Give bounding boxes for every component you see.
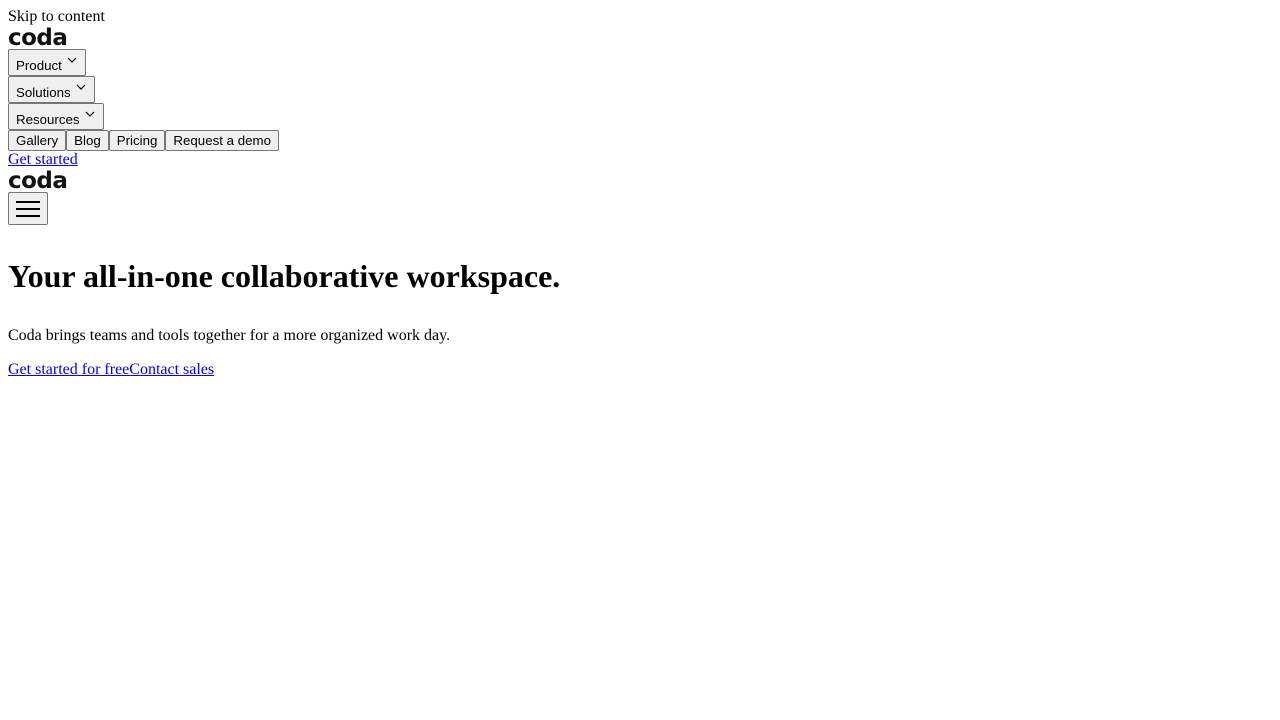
mobile-header: coda bbox=[8, 170, 1272, 225]
chevron-down-icon bbox=[76, 84, 86, 90]
chevron-down-icon bbox=[67, 57, 77, 63]
nav-product-label: Product bbox=[16, 58, 62, 73]
coda-logo[interactable]: coda bbox=[8, 27, 68, 49]
nav-solutions-dropdown[interactable]: Solutions bbox=[8, 76, 95, 103]
contact-sales-link[interactable]: Contact sales bbox=[129, 361, 214, 378]
nav-resources-label: Resources bbox=[16, 112, 80, 127]
nav-links: Gallery Blog Pricing Request a demo bbox=[8, 130, 1272, 151]
desktop-header: coda Product Solutions Resources Gallery… bbox=[8, 27, 1272, 170]
nav-dropdown-product-row: Product bbox=[8, 49, 1272, 76]
svg-text:coda: coda bbox=[8, 170, 67, 192]
hero-section: Your all-in-one collaborative workspace.… bbox=[8, 258, 1272, 379]
nav-request-demo-button[interactable]: Request a demo bbox=[165, 130, 279, 151]
skip-to-content-link[interactable]: Skip to content bbox=[8, 8, 1272, 27]
nav-dropdown-solutions-row: Solutions bbox=[8, 76, 1272, 103]
nav-solutions-label: Solutions bbox=[16, 85, 71, 100]
chevron-down-icon bbox=[85, 111, 94, 117]
nav-pricing-button[interactable]: Pricing bbox=[108, 130, 166, 151]
hero-title: Your all-in-one collaborative workspace. bbox=[8, 258, 561, 294]
nav-blog-button[interactable]: Blog bbox=[66, 130, 109, 151]
svg-text:coda: coda bbox=[8, 27, 67, 49]
page: Skip to content coda Product Solutions R… bbox=[0, 0, 1280, 379]
hero-subtitle: Coda brings teams and tools together for… bbox=[8, 327, 451, 344]
hamburger-menu-button[interactable] bbox=[8, 192, 48, 225]
get-started-free-link[interactable]: Get started for free bbox=[8, 361, 129, 378]
nav-dropdown-resources-row: Resources bbox=[8, 103, 1272, 130]
get-started-link[interactable]: Get started bbox=[8, 151, 1272, 170]
nav-product-dropdown[interactable]: Product bbox=[8, 49, 86, 76]
nav-gallery-button[interactable]: Gallery bbox=[8, 130, 67, 151]
nav-resources-dropdown[interactable]: Resources bbox=[8, 103, 104, 130]
hamburger-menu-icon bbox=[16, 200, 40, 217]
hero-cta-row: Get started for freeContact sales bbox=[8, 361, 1272, 379]
coda-logo-mobile[interactable]: coda bbox=[8, 170, 68, 192]
